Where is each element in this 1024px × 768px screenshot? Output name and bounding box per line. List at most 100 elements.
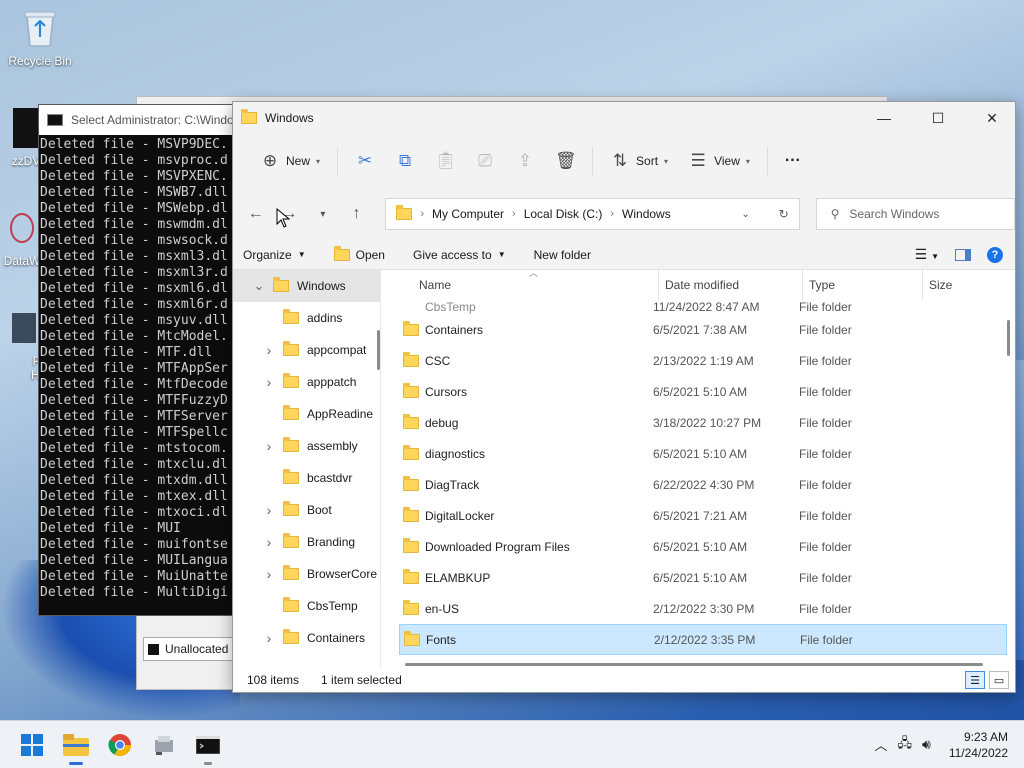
- table-row[interactable]: ELAMBKUP 6/5/2021 5:10 AM File folder: [399, 562, 1007, 593]
- table-row[interactable]: DigitalLocker 6/5/2021 7:21 AM File folder: [399, 500, 1007, 531]
- column-type[interactable]: Type: [803, 270, 923, 300]
- scroll-thumb[interactable]: [1007, 320, 1010, 356]
- horizontal-scrollbar[interactable]: [405, 663, 983, 666]
- folder-icon: [403, 351, 419, 367]
- preview-pane-button[interactable]: [955, 248, 971, 261]
- help-icon[interactable]: ?: [987, 246, 1003, 263]
- table-row[interactable]: Fonts 2/12/2022 3:35 PM File folder: [399, 624, 1007, 655]
- console-line: Deleted file - mswsock.d: [40, 233, 228, 248]
- delete-button[interactable]: 🗑︎: [546, 144, 584, 178]
- chevron-right-icon[interactable]: ›: [263, 438, 275, 454]
- organize-button[interactable]: Organize ▼: [243, 248, 306, 262]
- console-titlebar[interactable]: Select Administrator: C:\Windo: [39, 105, 247, 135]
- tree-item[interactable]: AppReadine: [233, 398, 380, 430]
- sort-button[interactable]: ⇅ Sort ▾: [601, 144, 677, 178]
- console-line: Deleted file - mtxdm.dll: [40, 473, 228, 488]
- tree-item[interactable]: › Boot: [233, 494, 380, 526]
- column-date-modified[interactable]: Date modified: [659, 270, 803, 300]
- chevron-right-icon[interactable]: ›: [263, 534, 275, 550]
- tree-item[interactable]: bcastdvr: [233, 462, 380, 494]
- console-window[interactable]: Select Administrator: C:\Windo Deleted f…: [38, 104, 248, 616]
- minimize-button[interactable]: —: [861, 102, 907, 134]
- clock[interactable]: 9:23 AM 11/24/2022: [949, 729, 1008, 761]
- chevron-right-icon[interactable]: ›: [263, 502, 275, 518]
- tree-item[interactable]: › appcompat: [233, 334, 380, 366]
- file-explorer-window[interactable]: Windows — ☐ ✕ ⊕ New ▾ ✂ ⧉ 📋︎ ⎚ ⇪ 🗑︎ ⇅ So…: [232, 101, 1016, 693]
- new-folder-button[interactable]: New folder: [534, 248, 591, 262]
- cell-name: debug: [399, 413, 653, 430]
- console-line: Deleted file - msvproc.d: [40, 153, 228, 168]
- navigation-tree[interactable]: ⌄ Windows addins › appcompat › apppatch AppRead…: [233, 270, 381, 668]
- table-row[interactable]: Cursors 6/5/2021 5:10 AM File folder: [399, 376, 1007, 407]
- chevron-right-icon[interactable]: ›: [263, 374, 275, 390]
- up-button[interactable]: ↑: [342, 199, 372, 229]
- show-hidden-icons-button[interactable]: ︿: [874, 735, 887, 754]
- volume-icon[interactable]: 🔊︎: [922, 736, 931, 753]
- chevron-right-icon[interactable]: ›: [263, 630, 275, 646]
- refresh-button[interactable]: ↻: [769, 207, 799, 221]
- table-row[interactable]: CSC 2/13/2022 1:19 AM File folder: [399, 345, 1007, 376]
- details-view-button[interactable]: ☰: [965, 671, 985, 689]
- maximize-button[interactable]: ☐: [915, 102, 961, 134]
- tree-item[interactable]: › Containers: [233, 622, 380, 654]
- table-row[interactable]: diagnostics 6/5/2021 5:10 AM File folder: [399, 438, 1007, 469]
- table-row[interactable]: Containers 6/5/2021 7:38 AM File folder: [399, 314, 1007, 345]
- vertical-scrollbar[interactable]: [1007, 300, 1011, 658]
- start-button[interactable]: [10, 723, 54, 767]
- explorer-titlebar[interactable]: Windows — ☐ ✕: [233, 102, 1015, 134]
- tree-item[interactable]: › Branding: [233, 526, 380, 558]
- view-button[interactable]: ☰ View ▾: [679, 144, 759, 178]
- organize-label: Organize: [243, 247, 292, 262]
- taskbar-chrome[interactable]: [98, 723, 142, 767]
- back-button[interactable]: ←: [241, 199, 271, 229]
- chevron-right-icon[interactable]: ›: [263, 342, 275, 358]
- taskbar-file-explorer[interactable]: [54, 723, 98, 767]
- breadcrumb-windows[interactable]: Windows: [622, 207, 671, 221]
- recent-locations-button[interactable]: ▾: [308, 199, 338, 229]
- tree-item[interactable]: addins: [233, 302, 380, 334]
- give-access-button[interactable]: Give access to ▼: [413, 248, 506, 262]
- table-row[interactable]: Downloaded Program Files 6/5/2021 5:10 AM…: [399, 531, 1007, 562]
- copy-button[interactable]: ⧉: [386, 144, 424, 178]
- rename-icon: ⎚: [478, 151, 492, 170]
- new-button[interactable]: ⊕ New ▾: [251, 144, 329, 178]
- change-view-button[interactable]: ☰ ▼: [915, 246, 939, 263]
- share-button[interactable]: ⇪: [506, 144, 544, 178]
- column-size[interactable]: Size: [923, 270, 983, 300]
- table-row[interactable]: CbsTemp 11/24/2022 8:47 AM File folder: [399, 300, 1007, 314]
- rename-button[interactable]: ⎚: [466, 144, 504, 178]
- console-line: Deleted file - MUILangua: [40, 553, 228, 568]
- table-row[interactable]: debug 3/18/2022 10:27 PM File folder: [399, 407, 1007, 438]
- chevron-down-icon[interactable]: ⌄: [253, 278, 265, 294]
- cell-name: Downloaded Program Files: [399, 537, 653, 554]
- tree-item[interactable]: › assembly: [233, 430, 380, 462]
- taskbar-usb-tool[interactable]: [142, 723, 186, 767]
- address-dropdown-button[interactable]: ⌄: [731, 209, 761, 220]
- scroll-thumb[interactable]: [377, 330, 380, 370]
- open-button[interactable]: Open: [333, 245, 385, 262]
- breadcrumb-my-computer[interactable]: My Computer: [432, 207, 504, 221]
- breadcrumb-local-disk[interactable]: Local Disk (C:): [524, 207, 603, 221]
- more-button[interactable]: ···: [776, 144, 810, 178]
- address-bar[interactable]: › My Computer › Local Disk (C:) › Window…: [385, 198, 800, 230]
- large-icons-view-button[interactable]: ▭: [989, 671, 1009, 689]
- table-row[interactable]: DiagTrack 6/22/2022 4:30 PM File folder: [399, 469, 1007, 500]
- close-button[interactable]: ✕: [969, 102, 1015, 134]
- file-list[interactable]: ︿ Name Date modified Type Size CbsTemp 1…: [381, 270, 1015, 668]
- tree-item[interactable]: › BrowserCore: [233, 558, 380, 590]
- cell-type: File folder: [799, 446, 852, 461]
- search-box[interactable]: ⚲ Search Windows: [815, 198, 1015, 230]
- table-row[interactable]: en-US 2/12/2022 3:30 PM File folder: [399, 593, 1007, 624]
- tree-item[interactable]: ⌄ Windows: [233, 270, 380, 302]
- cut-button[interactable]: ✂: [346, 144, 384, 178]
- chevron-right-icon[interactable]: ›: [263, 566, 275, 582]
- taskbar-terminal[interactable]: [186, 723, 230, 767]
- desktop-icon-recycle-bin[interactable]: Recycle Bin: [2, 6, 78, 68]
- search-placeholder: Search Windows: [849, 207, 940, 221]
- network-icon[interactable]: 🖧︎: [898, 734, 913, 756]
- tree-scrollbar[interactable]: [377, 270, 380, 668]
- command-bar: ⊕ New ▾ ✂ ⧉ 📋︎ ⎚ ⇪ 🗑︎ ⇅ Sort ▾ ☰ View ▾ …: [233, 134, 1015, 188]
- tree-item[interactable]: CbsTemp: [233, 590, 380, 622]
- tree-item[interactable]: › apppatch: [233, 366, 380, 398]
- paste-button[interactable]: 📋︎: [426, 144, 464, 178]
